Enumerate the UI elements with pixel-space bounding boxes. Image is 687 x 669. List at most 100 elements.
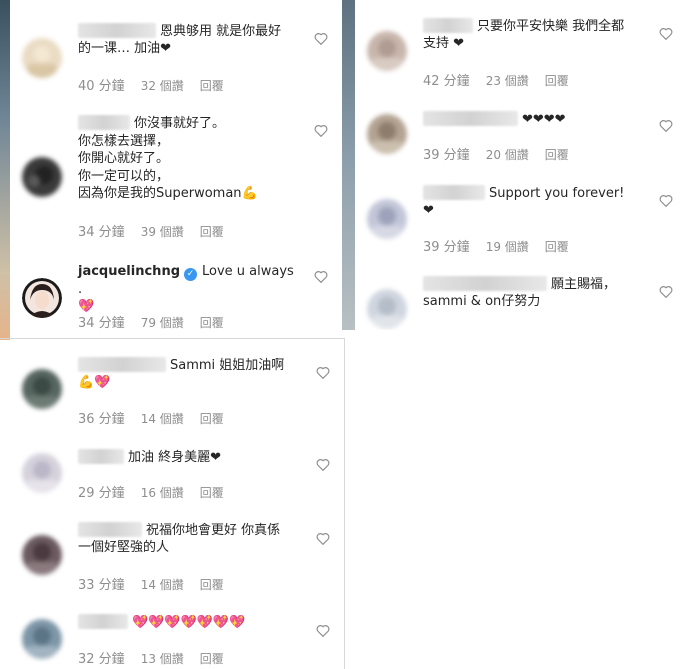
comment-panel-b: 只要你平安快樂 我們全都 支持 ❤ 42 分鐘 23 個讚 回覆 ❤❤❤❤ 39 分…: [355, 0, 687, 330]
reply-button[interactable]: 回覆: [200, 412, 224, 426]
comment-meta: 29 分鐘 16 個讚 回覆: [78, 482, 224, 501]
reply-button[interactable]: 回覆: [200, 225, 224, 239]
avatar[interactable]: [22, 619, 62, 659]
comment-time[interactable]: 32 分鐘: [78, 652, 125, 667]
comment-text: 加油 終身美麗❤: [128, 450, 222, 465]
comment-item: 願主賜福， sammi & on仔努力: [355, 263, 687, 330]
comment-meta: 34 分鐘 39 個讚 回覆: [78, 221, 224, 240]
panel-divider: [0, 338, 344, 339]
like-heart-icon[interactable]: [316, 532, 330, 545]
comment-item: jacquelinchng ✓ Love u always . 💖 34 分鐘 79 …: [10, 250, 342, 338]
comment-meta: 42 分鐘 23 個讚 回覆: [423, 70, 569, 89]
comment-time[interactable]: 39 分鐘: [423, 148, 470, 163]
username-blurred[interactable]: [78, 115, 130, 130]
like-heart-icon[interactable]: [314, 124, 328, 137]
avatar[interactable]: [367, 114, 407, 154]
like-heart-icon[interactable]: [316, 366, 330, 379]
like-heart-icon[interactable]: [659, 27, 673, 40]
comment-time[interactable]: 29 分鐘: [78, 486, 125, 501]
username-blurred[interactable]: [423, 276, 547, 291]
comment-time[interactable]: 39 分鐘: [423, 240, 470, 255]
avatar[interactable]: [22, 535, 62, 575]
reply-button[interactable]: 回覆: [200, 316, 224, 330]
background-photo-edge: [0, 0, 10, 340]
like-heart-icon[interactable]: [659, 285, 673, 298]
comment-body: 恩典够用 就是你最好 的一课… 加油❤: [78, 23, 302, 57]
comment-panel-c: Sammi 姐姐加油啊 💪💖 36 分鐘 14 個讚 回覆 加油 終身美麗❤ 29 …: [10, 340, 344, 669]
like-count[interactable]: 13 個讚: [141, 652, 184, 666]
comment-item: Support you forever! ❤ 39 分鐘 19 個讚 回覆: [355, 173, 687, 263]
like-count[interactable]: 16 個讚: [141, 486, 184, 500]
avatar[interactable]: [22, 278, 62, 318]
panel-divider: [344, 338, 345, 669]
comment-time[interactable]: 34 分鐘: [78, 316, 125, 331]
reply-button[interactable]: 回覆: [545, 240, 569, 254]
like-heart-icon[interactable]: [316, 458, 330, 471]
like-count[interactable]: 14 個讚: [141, 578, 184, 592]
avatar[interactable]: [367, 289, 407, 329]
comment-item: 只要你平安快樂 我們全都 支持 ❤ 42 分鐘 23 個讚 回覆: [355, 0, 687, 98]
reply-button[interactable]: 回覆: [200, 486, 224, 500]
comment-body: Sammi 姐姐加油啊 💪💖: [78, 357, 304, 391]
username-blurred[interactable]: [78, 357, 166, 372]
comment-body: 你沒事就好了。 你怎樣去選擇， 你開心就好了。 你一定可以的， 因為你是我的Su…: [78, 115, 302, 203]
reply-button[interactable]: 回覆: [545, 148, 569, 162]
reply-button[interactable]: 回覆: [200, 578, 224, 592]
comment-item: 💖💖💖💖💖💖💖 32 分鐘 13 個讚 回覆: [10, 600, 344, 669]
comment-meta: 34 分鐘 79 個讚 回覆: [78, 312, 224, 331]
comment-time[interactable]: 33 分鐘: [78, 578, 125, 593]
reply-button[interactable]: 回覆: [200, 652, 224, 666]
comment-meta: 33 分鐘 14 個讚 回覆: [78, 574, 224, 593]
comment-item: 恩典够用 就是你最好 的一课… 加油❤ 40 分鐘 32 個讚 回覆: [10, 0, 342, 100]
comment-body: 加油 終身美麗❤: [78, 449, 304, 466]
like-heart-icon[interactable]: [659, 119, 673, 132]
like-heart-icon[interactable]: [314, 32, 328, 45]
avatar[interactable]: [22, 453, 62, 493]
like-heart-icon[interactable]: [314, 270, 328, 283]
like-count[interactable]: 39 個讚: [141, 225, 184, 239]
comment-text: 💖💖💖💖💖💖💖: [132, 615, 246, 630]
comment-time[interactable]: 40 分鐘: [78, 79, 125, 94]
comment-meta: 36 分鐘 14 個讚 回覆: [78, 408, 224, 427]
username-blurred[interactable]: [78, 614, 128, 629]
comment-item: 加油 終身美麗❤ 29 分鐘 16 個讚 回覆: [10, 428, 344, 508]
like-count[interactable]: 20 個讚: [486, 148, 529, 162]
comment-body: 祝福你地會更好 你真係 一個好堅強的人: [78, 522, 304, 556]
username-blurred[interactable]: [423, 18, 473, 33]
reply-button[interactable]: 回覆: [200, 79, 224, 93]
username-blurred[interactable]: [78, 23, 156, 38]
comment-meta: 40 分鐘 32 個讚 回覆: [78, 75, 224, 94]
like-heart-icon[interactable]: [316, 624, 330, 637]
comment-body: jacquelinchng ✓ Love u always . 💖: [78, 263, 302, 315]
like-count[interactable]: 14 個讚: [141, 412, 184, 426]
comment-body: ❤❤❤❤: [423, 111, 647, 128]
comment-time[interactable]: 42 分鐘: [423, 74, 470, 89]
username-blurred[interactable]: [78, 522, 142, 537]
comment-body: 只要你平安快樂 我們全都 支持 ❤: [423, 18, 647, 52]
like-count[interactable]: 32 個讚: [141, 79, 184, 93]
background-photo-gap: [342, 0, 355, 330]
like-count[interactable]: 19 個讚: [486, 240, 529, 254]
avatar[interactable]: [367, 199, 407, 239]
comment-item: Sammi 姐姐加油啊 💪💖 36 分鐘 14 個讚 回覆: [10, 340, 344, 428]
avatar[interactable]: [22, 157, 62, 197]
comment-panel-a: 恩典够用 就是你最好 的一课… 加油❤ 40 分鐘 32 個讚 回覆 你沒事就好了。…: [10, 0, 342, 338]
comment-body: Support you forever! ❤: [423, 185, 647, 219]
username[interactable]: jacquelinchng: [78, 264, 180, 279]
reply-button[interactable]: 回覆: [545, 74, 569, 88]
comment-item: 祝福你地會更好 你真係 一個好堅強的人 33 分鐘 14 個讚 回覆: [10, 508, 344, 600]
like-heart-icon[interactable]: [659, 194, 673, 207]
username-blurred[interactable]: [423, 111, 518, 126]
avatar[interactable]: [22, 38, 62, 78]
comment-time[interactable]: 36 分鐘: [78, 412, 125, 427]
like-count[interactable]: 79 個讚: [141, 316, 184, 330]
avatar[interactable]: [367, 31, 407, 71]
like-count[interactable]: 23 個讚: [486, 74, 529, 88]
username-blurred[interactable]: [423, 185, 485, 200]
comment-text: ❤❤❤❤: [522, 112, 566, 127]
verified-badge-icon: ✓: [184, 268, 198, 281]
comment-meta: 39 分鐘 20 個讚 回覆: [423, 144, 569, 163]
username-blurred[interactable]: [78, 449, 124, 464]
comment-time[interactable]: 34 分鐘: [78, 225, 125, 240]
avatar[interactable]: [22, 369, 62, 409]
